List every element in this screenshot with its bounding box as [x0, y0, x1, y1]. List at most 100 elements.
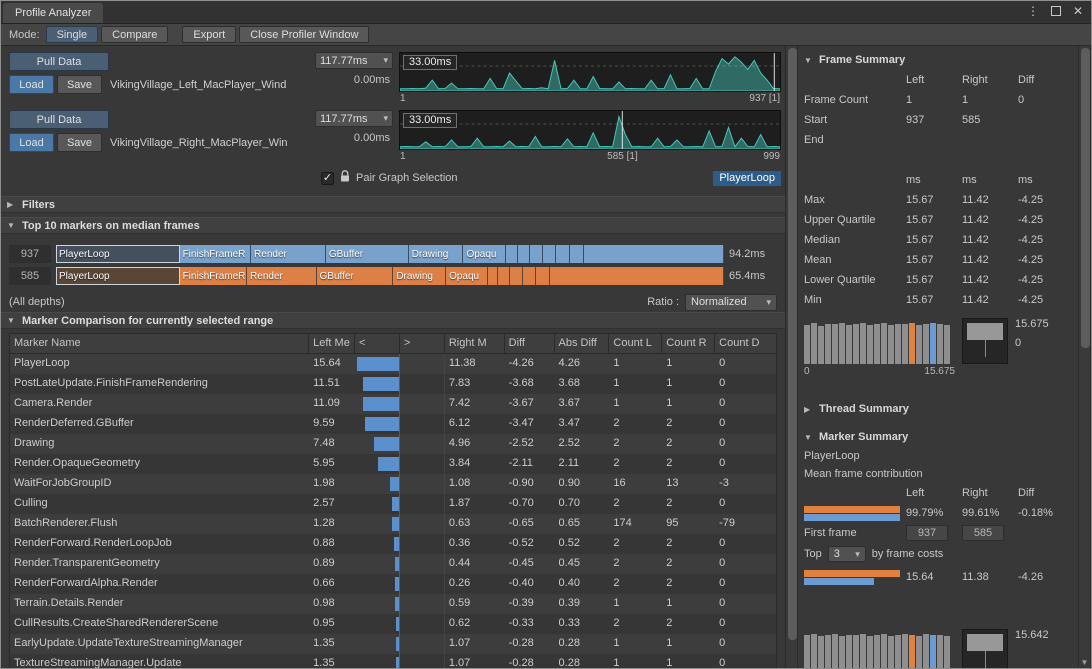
marker-segment[interactable]: Render [247, 267, 316, 285]
table-row[interactable]: BatchRenderer.Flush1.280.63-0.650.651749… [10, 514, 776, 534]
dataset-name-label: VikingVillage_Right_MacPlayer_Win [110, 137, 288, 149]
marker-segment[interactable]: Drawing [393, 267, 446, 285]
table-row[interactable]: Drawing7.484.96-2.522.52220 [10, 434, 776, 454]
table-row[interactable]: RenderDeferred.GBuffer9.596.12-3.473.472… [10, 414, 776, 434]
marker-segment[interactable]: Opaqu [446, 267, 488, 285]
pair-graph-selection-checkbox[interactable]: ✓ [321, 172, 334, 185]
table-row[interactable]: Render.OpaqueGeometry5.953.84-2.112.1122… [10, 454, 776, 474]
table-row[interactable]: Camera.Render11.097.42-3.673.67110 [10, 394, 776, 414]
column-right-median[interactable]: Right M [445, 334, 505, 353]
maximize-icon[interactable] [1051, 6, 1061, 16]
load-button[interactable]: Load [9, 75, 54, 94]
main-vertical-scrollbar[interactable] [785, 46, 798, 668]
scrollbar-thumb[interactable] [788, 48, 797, 640]
frame-duration-histogram[interactable] [804, 318, 955, 364]
right-median-cell: 0.59 [445, 594, 505, 614]
export-button[interactable]: Export [182, 26, 236, 43]
marker-summary-header[interactable]: ▼ Marker Summary [804, 427, 1072, 447]
left-median-cell: 7.48 [309, 434, 355, 454]
table-row[interactable]: Render.TransparentGeometry0.890.44-0.450… [10, 554, 776, 574]
column-count-diff[interactable]: Count D [715, 334, 776, 353]
left-median-cell: 0.98 [309, 594, 355, 614]
marker-segment[interactable] [510, 267, 523, 285]
marker-segment[interactable] [543, 245, 556, 263]
column-count-right[interactable]: Count R [662, 334, 715, 353]
marker-segment[interactable] [550, 267, 724, 285]
frame-time-graph-left[interactable]: 33.00ms [399, 52, 781, 92]
first-frame-left-button[interactable]: 937 [906, 525, 948, 541]
marker-segment[interactable] [584, 245, 724, 263]
pull-data-button[interactable]: Pull Data [9, 110, 109, 129]
table-row[interactable]: Terrain.Details.Render0.980.59-0.390.391… [10, 594, 776, 614]
marker-segment[interactable]: GBuffer [317, 267, 394, 285]
ratio-dropdown[interactable]: Normalized ▾ [685, 294, 777, 311]
marker-segment[interactable]: Drawing [409, 245, 464, 263]
dropdown-arrow-icon: ▾ [766, 297, 771, 308]
table-row[interactable]: EarlyUpdate.UpdateTextureStreamingManage… [10, 634, 776, 654]
column-diff[interactable]: Diff [505, 334, 555, 353]
lock-icon[interactable] [340, 170, 350, 186]
marker-segment[interactable]: FinishFrameR [180, 267, 247, 285]
close-profiler-window-button[interactable]: Close Profiler Window [239, 26, 369, 43]
frame-summary-header[interactable]: ▼ Frame Summary [804, 50, 1072, 70]
summary-row: Upper Quartile15.6711.42-4.25 [804, 210, 1072, 230]
histogram-bar [881, 634, 887, 668]
marker-segment[interactable]: Render [251, 245, 326, 263]
threshold-badge[interactable]: 33.00ms [403, 113, 457, 128]
column-right-bar[interactable]: > [400, 334, 445, 353]
marker-segment[interactable]: PlayerLoop [56, 245, 180, 263]
compare-button[interactable]: Compare [101, 26, 168, 43]
filters-section-header[interactable]: ▶ Filters [1, 196, 785, 213]
tab-profile-analyzer[interactable]: Profile Analyzer [3, 3, 103, 23]
marker-segment[interactable]: FinishFrameR [180, 245, 251, 263]
column-count-left[interactable]: Count L [609, 334, 662, 353]
marker-segment[interactable] [506, 245, 518, 263]
thread-summary-header[interactable]: ▶ Thread Summary [804, 399, 1072, 419]
close-icon[interactable]: ✕ [1073, 4, 1083, 18]
save-button[interactable]: Save [57, 133, 102, 152]
table-row[interactable]: RenderForward.RenderLoopJob0.880.36-0.52… [10, 534, 776, 554]
top-n-dropdown[interactable]: 3 ▾ [828, 546, 866, 562]
marker-segment[interactable]: PlayerLoop [56, 267, 180, 285]
table-row[interactable]: TextureStreamingManager.Update1.351.07-0… [10, 654, 776, 668]
first-frame-right-button[interactable]: 585 [962, 525, 1004, 541]
save-button[interactable]: Save [57, 75, 102, 94]
scale-max-dropdown[interactable]: 117.77ms ▾ [315, 110, 393, 127]
column-left-bar[interactable]: < [355, 334, 400, 353]
pull-data-button[interactable]: Pull Data [9, 52, 109, 71]
kebab-menu-icon[interactable]: ⋮ [1027, 4, 1039, 18]
threshold-badge[interactable]: 33.00ms [403, 55, 457, 70]
selected-marker-chip[interactable]: PlayerLoop [713, 171, 781, 186]
table-row[interactable]: PostLateUpdate.FinishFrameRendering11.51… [10, 374, 776, 394]
panel-vertical-scrollbar[interactable]: ▼ [1078, 46, 1091, 668]
scrollbar-thumb[interactable] [1081, 48, 1090, 348]
scale-max-dropdown[interactable]: 117.77ms ▾ [315, 52, 393, 69]
table-row[interactable]: CullResults.CreateSharedRendererScene0.9… [10, 614, 776, 634]
mode-dropdown[interactable]: Single [46, 26, 99, 43]
frame-number-label: 585 [9, 267, 51, 285]
marker-segment[interactable] [488, 267, 498, 285]
column-abs-diff[interactable]: Abs Diff [555, 334, 610, 353]
scroll-down-icon[interactable]: ▼ [1079, 658, 1090, 667]
marker-segment[interactable] [523, 267, 536, 285]
frame-time-graph-right[interactable]: 33.00ms [399, 110, 781, 150]
marker-comparison-section-header[interactable]: ▼ Marker Comparison for currently select… [1, 312, 785, 329]
column-diff: Diff [1018, 487, 1074, 499]
marker-segment[interactable]: GBuffer [326, 245, 409, 263]
table-row[interactable]: WaitForJobGroupID1.981.08-0.900.901613-3 [10, 474, 776, 494]
column-left-median[interactable]: Left Me [309, 334, 355, 353]
marker-segment[interactable] [570, 245, 584, 263]
load-button[interactable]: Load [9, 133, 54, 152]
column-marker-name[interactable]: Marker Name [10, 334, 309, 353]
marker-segment[interactable] [530, 245, 543, 263]
table-row[interactable]: RenderForwardAlpha.Render0.660.26-0.400.… [10, 574, 776, 594]
marker-segment[interactable] [536, 267, 550, 285]
top-markers-section-header[interactable]: ▼ Top 10 markers on median frames [1, 217, 785, 234]
table-row[interactable]: PlayerLoop15.6411.38-4.264.26110 [10, 354, 776, 374]
table-row[interactable]: Culling2.571.87-0.700.70220 [10, 494, 776, 514]
marker-segment[interactable] [498, 267, 510, 285]
marker-segment[interactable] [518, 245, 530, 263]
marker-duration-histogram[interactable] [804, 629, 955, 668]
marker-segment[interactable]: Opaqu [463, 245, 506, 263]
marker-segment[interactable] [556, 245, 570, 263]
